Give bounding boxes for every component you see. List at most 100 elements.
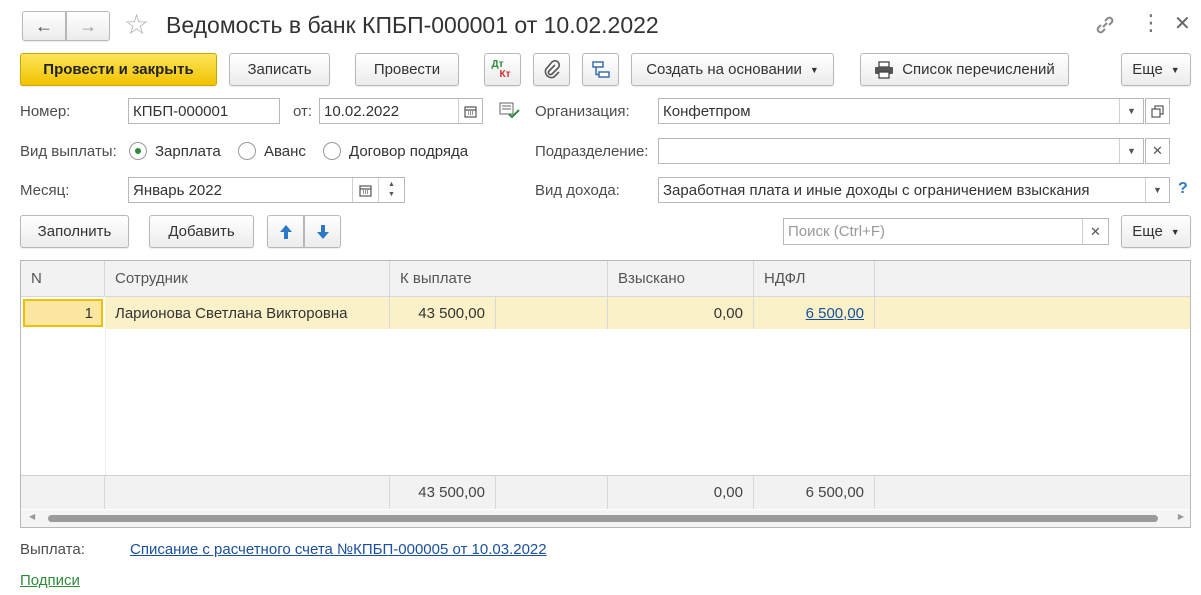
open-organization-button[interactable] <box>1145 98 1170 124</box>
more-button[interactable]: Еще ▼ <box>1121 53 1191 86</box>
arrow-right-icon: → <box>79 15 97 36</box>
printer-icon <box>875 60 894 79</box>
radio-salary-label[interactable]: Зарплата <box>155 143 221 160</box>
division-label: Подразделение: <box>535 143 649 160</box>
forward-button[interactable]: → <box>66 11 110 41</box>
dropdown-arrow-icon: ▼ <box>1127 106 1136 116</box>
move-up-button[interactable] <box>267 215 304 248</box>
month-spinner[interactable]: ▲ ▼ <box>378 178 404 202</box>
radio-advance-label[interactable]: Аванс <box>264 143 306 160</box>
column-line <box>105 329 106 476</box>
scroll-right-icon[interactable]: ▶ <box>1178 512 1184 521</box>
add-button[interactable]: Добавить <box>149 215 254 248</box>
number-field[interactable]: КПБП-000001 <box>128 98 280 124</box>
month-field[interactable]: Январь 2022 ▲ ▼ <box>128 177 405 203</box>
open-window-icon <box>1151 104 1164 118</box>
column-header-ndfl[interactable]: НДФЛ <box>754 261 875 296</box>
radio-contract-label[interactable]: Договор подряда <box>349 143 468 160</box>
radio-advance[interactable] <box>238 142 256 160</box>
division-dropdown-button[interactable]: ▼ <box>1119 139 1143 163</box>
clear-icon: ✕ <box>1152 143 1163 158</box>
date-field[interactable]: 10.02.2022 <box>319 98 483 124</box>
division-clear-button[interactable]: ✕ <box>1145 138 1170 164</box>
help-icon[interactable]: ? <box>1178 180 1188 198</box>
total-blank <box>496 476 608 509</box>
organization-label: Организация: <box>535 103 630 120</box>
spinner-down-icon[interactable]: ▼ <box>388 190 395 200</box>
more-vertical-icon[interactable]: ⋮ <box>1140 12 1162 34</box>
date-label: от: <box>293 103 313 120</box>
search-clear-button[interactable]: ✕ <box>1082 219 1108 244</box>
arrow-up-icon <box>279 224 292 239</box>
scroll-left-icon[interactable]: ◀ <box>29 512 35 521</box>
radio-contract[interactable] <box>323 142 341 160</box>
column-header-to-pay[interactable]: К выплате <box>390 261 608 296</box>
column-header-n[interactable]: N <box>21 261 105 296</box>
calendar-button[interactable] <box>458 99 482 123</box>
employees-table[interactable]: N Сотрудник К выплате Взыскано НДФЛ 1 Ла… <box>20 260 1191 528</box>
calendar-icon <box>464 105 477 118</box>
column-header-collected[interactable]: Взыскано <box>608 261 754 296</box>
cell-filler <box>875 297 1190 329</box>
post-and-close-button[interactable]: Провести и закрыть <box>20 53 217 86</box>
cell-ndfl[interactable]: 6 500,00 <box>754 297 875 329</box>
organization-dropdown-button[interactable]: ▼ <box>1119 99 1143 123</box>
dropdown-arrow-icon: ▼ <box>1170 64 1180 75</box>
arrow-left-icon: ← <box>35 15 53 36</box>
horizontal-scrollbar[interactable]: ◀ ▶ <box>21 510 1190 527</box>
scrollbar-thumb[interactable] <box>48 515 1158 522</box>
calendar-icon <box>359 184 372 197</box>
payment-document-link[interactable]: Списание с расчетного счета №КПБП-000005… <box>130 541 547 558</box>
dropdown-arrow-icon: ▼ <box>809 64 819 75</box>
payment-label: Выплата: <box>20 541 85 558</box>
dropdown-arrow-icon: ▼ <box>1153 185 1162 195</box>
back-button[interactable]: ← <box>22 11 66 41</box>
print-list-button[interactable]: Список перечислений <box>860 53 1069 86</box>
link-icon[interactable] <box>1094 14 1116 40</box>
attach-button[interactable] <box>533 53 570 86</box>
total-ndfl: 6 500,00 <box>754 476 875 509</box>
window-title: Ведомость в банк КПБП-000001 от 10.02.20… <box>166 12 659 38</box>
approved-check-icon[interactable] <box>499 102 521 124</box>
fill-button[interactable]: Заполнить <box>20 215 129 248</box>
dropdown-arrow-icon: ▼ <box>1170 226 1180 237</box>
income-dropdown-button[interactable]: ▼ <box>1145 178 1169 202</box>
paperclip-icon <box>544 59 560 78</box>
cell-employee[interactable]: Ларионова Светлана Викторовна <box>105 297 390 329</box>
radio-salary[interactable] <box>129 142 147 160</box>
create-based-on-button[interactable]: Создать на основании ▼ <box>631 53 834 86</box>
total-filler <box>875 476 1190 509</box>
spinner-up-icon[interactable]: ▲ <box>388 180 395 190</box>
ndfl-link[interactable]: 6 500,00 <box>806 305 864 322</box>
income-label: Вид дохода: <box>535 182 620 199</box>
division-field[interactable]: ▼ <box>658 138 1144 164</box>
table-more-button[interactable]: Еще ▼ <box>1121 215 1191 248</box>
column-header-filler <box>875 261 1190 296</box>
income-field[interactable]: Заработная плата и иные доходы с огранич… <box>658 177 1170 203</box>
hierarchy-icon <box>591 60 610 78</box>
structure-button[interactable] <box>582 53 619 86</box>
close-icon[interactable]: ✕ <box>1174 12 1191 36</box>
search-input[interactable]: Поиск (Ctrl+F) ✕ <box>783 218 1109 245</box>
dt-kt-icon: Дт Кт <box>491 58 511 80</box>
organization-field[interactable]: Конфетпром ▼ <box>658 98 1144 124</box>
star-icon[interactable]: ☆ <box>124 10 149 40</box>
move-down-button[interactable] <box>304 215 341 248</box>
total-employee <box>105 476 390 509</box>
dropdown-arrow-icon: ▼ <box>1127 146 1136 156</box>
arrow-down-icon <box>316 224 329 239</box>
cell-to-pay[interactable]: 43 500,00 <box>390 297 496 329</box>
cell-blank[interactable] <box>496 297 608 329</box>
total-n <box>21 476 105 509</box>
month-calendar-button[interactable] <box>352 178 378 202</box>
month-label: Месяц: <box>20 182 70 199</box>
post-button[interactable]: Провести <box>355 53 459 86</box>
signatures-link[interactable]: Подписи <box>20 572 80 589</box>
cell-n[interactable]: 1 <box>23 299 103 327</box>
cell-collected[interactable]: 0,00 <box>608 297 754 329</box>
pay-type-label: Вид выплаты: <box>20 143 117 160</box>
column-header-employee[interactable]: Сотрудник <box>105 261 390 296</box>
dt-kt-button[interactable]: Дт Кт <box>484 53 521 86</box>
clear-icon: ✕ <box>1090 223 1101 239</box>
save-button[interactable]: Записать <box>229 53 330 86</box>
